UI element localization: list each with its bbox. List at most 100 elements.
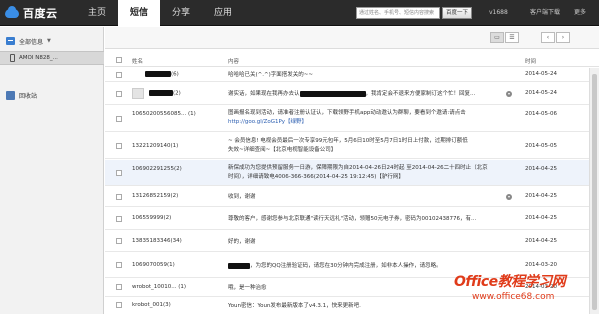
row-content-line: 失效~详细查阅~【北京电视智能设备公司】 — [228, 147, 337, 153]
row-content: ，为您的QQ注册验证码，请您在30分钟内完成注册，如非本人操作，请忽略。 — [228, 262, 500, 271]
row-content-line: 时间），详细请致电4006-366-366(2014-04-25 19:12:4… — [228, 174, 404, 180]
row-checkbox[interactable] — [116, 143, 122, 149]
row-name: 106559999(2) — [132, 215, 172, 221]
table-row[interactable]: 106559999(2) 尊敬的客户，感谢您参与北京联通"读行天远礼"活动，领赠… — [105, 208, 593, 230]
row-checkbox[interactable] — [116, 170, 122, 176]
baidu-cloud-logo[interactable]: 百度云 — [4, 4, 58, 22]
row-name: wrobot_10010... (1) — [132, 284, 187, 290]
row-content-line: 新保成功为您提供预留服务一日游，保障期限为自2014-04-26日24时起 至2… — [228, 165, 488, 171]
nav-apps[interactable]: 应用 — [202, 0, 244, 26]
redacted-block — [145, 71, 171, 77]
user-menu[interactable]: v1688 — [489, 0, 508, 26]
next-page-button[interactable]: › — [556, 32, 570, 43]
watermark-url: www.office68.com — [472, 292, 555, 302]
row-content: 收到，谢谢 — [228, 194, 256, 200]
expand-icon[interactable]: ▾ — [506, 194, 512, 200]
row-time: 2014-04-25 — [525, 193, 557, 199]
row-content: 新保成功为您提供预留服务一日游，保障期限为自2014-04-26日24时起 至2… — [228, 164, 500, 182]
row-name: 13221209140(1) — [132, 143, 179, 149]
table-header: 姓名 内容 时间 — [105, 55, 599, 67]
row-content-line: ~ 会员信息! 电视会员最后一次专享99元包年，5月6日10时至5月7日1时日上… — [228, 138, 468, 144]
table-row[interactable]: 13835183346(34) 好的，谢谢 2014-04-25 — [105, 231, 593, 252]
nav-share[interactable]: 分享 — [160, 0, 202, 26]
row-time: 2014-05-05 — [525, 143, 557, 149]
avatar — [132, 88, 144, 99]
nav-home[interactable]: 主页 — [76, 0, 118, 26]
redacted-block — [149, 90, 173, 96]
row-content-link[interactable]: http://goo.gl/ZoG1Py【绿野】 — [228, 118, 500, 127]
message-icon — [6, 37, 15, 45]
row-time: 2014-03-20 — [525, 262, 557, 268]
row-content-part: ，为您的QQ注册验证码，请您在30分钟内完成注册，如非本人操作，请忽略。 — [250, 263, 442, 269]
row-checkbox[interactable] — [116, 116, 122, 122]
row-name: 1069070059(1) — [132, 262, 175, 268]
sidebar-item-label: 回收站 — [19, 92, 38, 100]
sidebar-item-label: 全部信息 — [19, 38, 44, 46]
column-header-name: 姓名 — [132, 59, 144, 65]
app-window: 百度云 主页 短信 分享 应用 通过姓名、手机号、短信内容搜索 百度一下 v16… — [0, 0, 599, 314]
watermark-title: Office教程学习网 — [454, 274, 566, 290]
sidebar-item-all-messages[interactable]: 全部信息 ▼ — [6, 35, 51, 47]
logo-text: 百度云 — [23, 7, 58, 20]
row-content: 哈哈哈已关(^.^)字面搭发关的~~ — [228, 72, 313, 78]
phone-icon — [10, 54, 15, 62]
column-header-content: 内容 — [228, 59, 240, 65]
redacted-block — [299, 90, 366, 97]
row-checkbox[interactable] — [116, 216, 122, 222]
row-time: 2014-04-25 — [525, 238, 557, 244]
row-checkbox[interactable] — [116, 72, 122, 78]
row-name: 106902291255(2) — [132, 166, 182, 172]
prev-page-button[interactable]: ‹ — [541, 32, 555, 43]
chevron-down-icon: ▼ — [47, 38, 51, 44]
column-header-time: 时间 — [525, 59, 537, 65]
table-row[interactable]: (2) 谢实话，如果现在我再办去认 ，我肯定会不退来方便家制订这个忙！回复... … — [105, 83, 593, 105]
row-name: 13126852159(2) — [132, 193, 179, 199]
select-all-checkbox[interactable] — [116, 57, 122, 63]
row-name: (2) — [149, 90, 181, 97]
row-content: 尊敬的客户，感谢您参与北京联通"读行天远礼"活动，领赠50元电子券，密码为001… — [228, 216, 477, 222]
client-download-link[interactable]: 客户端下载 — [530, 0, 560, 26]
table-row[interactable]: 13221209140(1) ~ 会员信息! 电视会员最后一次专享99元包年，5… — [105, 133, 593, 159]
table-row[interactable]: 13126852159(2) 收到，谢谢 ▾ 2014-04-25 — [105, 187, 593, 207]
row-time: 2014-04-25 — [525, 215, 557, 221]
row-name: (6) — [145, 71, 179, 78]
row-name-count: (2) — [173, 90, 181, 97]
row-content-line: 图画报名现到活动，请准者注册认证认，下载领野手机app动动邀认为群聊，要看到个邀… — [228, 110, 466, 116]
menu-button[interactable]: ☰ — [505, 32, 519, 43]
row-time: 2014-05-24 — [525, 71, 557, 77]
view-toggle-button[interactable]: ▭ — [490, 32, 504, 43]
row-name: 10650200556085... (1) — [132, 111, 196, 117]
main-nav: 主页 短信 分享 应用 — [76, 0, 244, 26]
row-checkbox[interactable] — [116, 262, 122, 268]
row-time: 2014-04-25 — [525, 166, 557, 172]
more-menu[interactable]: 更多 — [574, 0, 586, 26]
recycle-bin-icon — [6, 90, 15, 100]
sidebar-item-device[interactable]: AMOI N828_... — [0, 51, 104, 65]
table-row[interactable]: 106902291255(2) 新保成功为您提供预留服务一日游，保障期限为自20… — [105, 160, 593, 186]
row-checkbox[interactable] — [116, 284, 122, 290]
redacted-block — [228, 262, 250, 269]
row-name-count: (6) — [171, 71, 179, 78]
nav-sms[interactable]: 短信 — [118, 0, 161, 26]
sidebar-item-recycle-bin[interactable]: 回收站 — [6, 89, 37, 101]
sidebar: 全部信息 ▼ AMOI N828_... 回收站 — [0, 27, 104, 314]
row-time: 2014-05-24 — [525, 90, 557, 96]
search-input[interactable]: 通过姓名、手机号、短信内容搜索 — [356, 7, 440, 19]
table-row[interactable]: (6) 哈哈哈已关(^.^)字面搭发关的~~ 2014-05-24 — [105, 68, 593, 82]
row-checkbox[interactable] — [116, 238, 122, 244]
table-row[interactable]: 10650200556085... (1) 图画报名现到活动，请准者注册认证认，… — [105, 106, 593, 132]
row-name: krobot_001(3) — [132, 302, 171, 308]
watermark: Office教程学习网 www.office68.com — [454, 271, 599, 314]
row-checkbox[interactable] — [116, 91, 122, 97]
toolbar: ▭ ☰ ‹ › — [105, 27, 599, 49]
row-content: ~ 会员信息! 电视会员最后一次专享99元包年，5月6日10时至5月7日1时日上… — [228, 137, 500, 155]
row-checkbox[interactable] — [116, 194, 122, 200]
sidebar-item-label: AMOI N828_... — [19, 55, 58, 61]
row-checkbox[interactable] — [116, 302, 122, 308]
expand-icon[interactable]: ▾ — [506, 91, 512, 97]
cloud-icon — [4, 6, 20, 20]
search-button[interactable]: 百度一下 — [442, 7, 472, 19]
row-content-part: 谢实话，如果现在我再办去认 — [228, 91, 300, 97]
row-content: 谢实话，如果现在我再办去认 ，我肯定会不退来方便家制订这个忙！回复... — [228, 90, 500, 99]
top-nav-bar: 百度云 主页 短信 分享 应用 通过姓名、手机号、短信内容搜索 百度一下 v16… — [0, 0, 599, 26]
